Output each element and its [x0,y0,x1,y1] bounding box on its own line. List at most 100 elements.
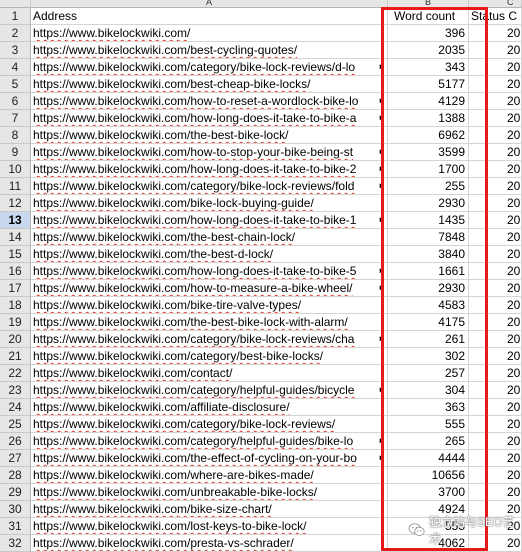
word-count-cell[interactable]: 1700 [388,161,469,178]
address-cell[interactable]: https://www.bikelockwiki.com/where-are-b… [31,467,388,484]
word-count-cell[interactable]: 1388 [388,110,469,127]
status-code-cell[interactable]: 20 [469,93,522,110]
row-number[interactable]: 28 [0,467,31,484]
word-count-cell[interactable]: 265 [388,433,469,450]
status-code-cell[interactable]: 20 [469,25,522,42]
status-code-cell[interactable]: 20 [469,314,522,331]
status-code-cell[interactable]: 20 [469,229,522,246]
status-code-cell[interactable]: 20 [469,365,522,382]
address-cell[interactable]: https://www.bikelockwiki.com/category/bi… [31,178,388,195]
row-number[interactable]: 2 [0,25,31,42]
row-number[interactable]: 12 [0,195,31,212]
word-count-cell[interactable]: 255 [388,178,469,195]
row-number[interactable]: 17 [0,280,31,297]
row-number[interactable]: 27 [0,450,31,467]
address-cell[interactable]: https://www.bikelockwiki.com/category/be… [31,348,388,365]
address-cell[interactable]: https://www.bikelockwiki.com/category/he… [31,433,388,450]
row-number[interactable]: 14 [0,229,31,246]
address-cell[interactable]: https://www.bikelockwiki.com/category/bi… [31,59,388,76]
status-code-cell[interactable]: 20 [469,416,522,433]
word-count-cell[interactable]: 2035 [388,42,469,59]
address-cell[interactable]: https://www.bikelockwiki.com/presta-vs-s… [31,535,388,552]
word-count-cell[interactable]: 257 [388,365,469,382]
row-number[interactable]: 23 [0,382,31,399]
row-number[interactable]: 32 [0,535,31,552]
address-cell[interactable]: https://www.bikelockwiki.com/best-cyclin… [31,42,388,59]
word-count-cell[interactable]: 1661 [388,263,469,280]
address-cell[interactable]: https://www.bikelockwiki.com/how-long-do… [31,263,388,280]
word-count-cell[interactable]: 7848 [388,229,469,246]
status-code-cell[interactable]: 20 [469,467,522,484]
column-header-a[interactable]: A [31,0,388,8]
address-cell[interactable]: https://www.bikelockwiki.com/category/he… [31,382,388,399]
status-code-cell[interactable]: 20 [469,161,522,178]
status-code-cell[interactable]: 20 [469,246,522,263]
word-count-cell[interactable]: 396 [388,25,469,42]
address-cell[interactable]: https://www.bikelockwiki.com/the-best-ch… [31,229,388,246]
word-count-cell[interactable]: 1435 [388,212,469,229]
address-cell[interactable]: https://www.bikelockwiki.com/best-cheap-… [31,76,388,93]
row-number[interactable]: 18 [0,297,31,314]
address-cell[interactable]: https://www.bikelockwiki.com/ [31,25,388,42]
address-cell[interactable]: https://www.bikelockwiki.com/how-long-do… [31,161,388,178]
word-count-cell[interactable]: 261 [388,331,469,348]
row-number[interactable]: 22 [0,365,31,382]
status-code-cell[interactable]: 20 [469,297,522,314]
address-cell[interactable]: https://www.bikelockwiki.com/how-long-do… [31,110,388,127]
address-cell[interactable]: https://www.bikelockwiki.com/how-to-meas… [31,280,388,297]
status-code-cell[interactable]: 20 [469,59,522,76]
word-count-cell[interactable]: 3599 [388,144,469,161]
status-code-cell[interactable]: 20 [469,195,522,212]
word-count-cell[interactable]: 302 [388,348,469,365]
status-code-cell[interactable]: 20 [469,450,522,467]
row-number[interactable]: 4 [0,59,31,76]
status-code-cell[interactable]: 20 [469,42,522,59]
select-all-corner[interactable] [0,0,31,8]
status-code-cell[interactable]: 20 [469,433,522,450]
row-number[interactable]: 9 [0,144,31,161]
row-number[interactable]: 13 [0,212,31,229]
status-code-cell[interactable]: 20 [469,110,522,127]
word-count-cell[interactable]: 304 [388,382,469,399]
column-header-c[interactable]: C [469,0,522,8]
word-count-cell[interactable]: 4583 [388,297,469,314]
row-number[interactable]: 25 [0,416,31,433]
row-number[interactable]: 16 [0,263,31,280]
row-number[interactable]: 3 [0,42,31,59]
row-number[interactable]: 8 [0,127,31,144]
status-code-cell[interactable]: 20 [469,484,522,501]
status-code-cell[interactable]: 20 [469,76,522,93]
address-cell[interactable]: https://www.bikelockwiki.com/affiliate-d… [31,399,388,416]
word-count-cell[interactable]: 2930 [388,195,469,212]
address-cell[interactable]: https://www.bikelockwiki.com/the-best-d-… [31,246,388,263]
status-code-cell[interactable]: 20 [469,331,522,348]
address-cell[interactable]: https://www.bikelockwiki.com/how-long-do… [31,212,388,229]
address-cell[interactable]: https://www.bikelockwiki.com/category/bi… [31,416,388,433]
word-count-cell[interactable]: 4175 [388,314,469,331]
word-count-cell[interactable]: 4444 [388,450,469,467]
row-number[interactable]: 31 [0,518,31,535]
status-code-cell[interactable]: 20 [469,280,522,297]
row-number[interactable]: 1 [0,8,31,25]
word-count-cell[interactable]: 363 [388,399,469,416]
word-count-cell[interactable]: 5177 [388,76,469,93]
row-number[interactable]: 29 [0,484,31,501]
address-cell[interactable]: https://www.bikelockwiki.com/the-best-bi… [31,314,388,331]
column-header-b[interactable]: B [388,0,469,8]
status-code-cell[interactable]: 20 [469,382,522,399]
address-header-cell[interactable]: Address [31,8,388,25]
row-number[interactable]: 10 [0,161,31,178]
row-number[interactable]: 15 [0,246,31,263]
address-cell[interactable]: https://www.bikelockwiki.com/category/bi… [31,331,388,348]
status-code-cell[interactable]: 20 [469,178,522,195]
address-cell[interactable]: https://www.bikelockwiki.com/how-to-rese… [31,93,388,110]
address-cell[interactable]: https://www.bikelockwiki.com/contact/ [31,365,388,382]
word-count-cell[interactable]: 555 [388,416,469,433]
row-number[interactable]: 24 [0,399,31,416]
row-number[interactable]: 21 [0,348,31,365]
word-count-cell[interactable]: 3840 [388,246,469,263]
word-count-header-cell[interactable]: Word count [388,8,469,25]
address-cell[interactable]: https://www.bikelockwiki.com/the-best-bi… [31,127,388,144]
status-code-cell[interactable]: 20 [469,144,522,161]
status-code-cell[interactable]: 20 [469,399,522,416]
